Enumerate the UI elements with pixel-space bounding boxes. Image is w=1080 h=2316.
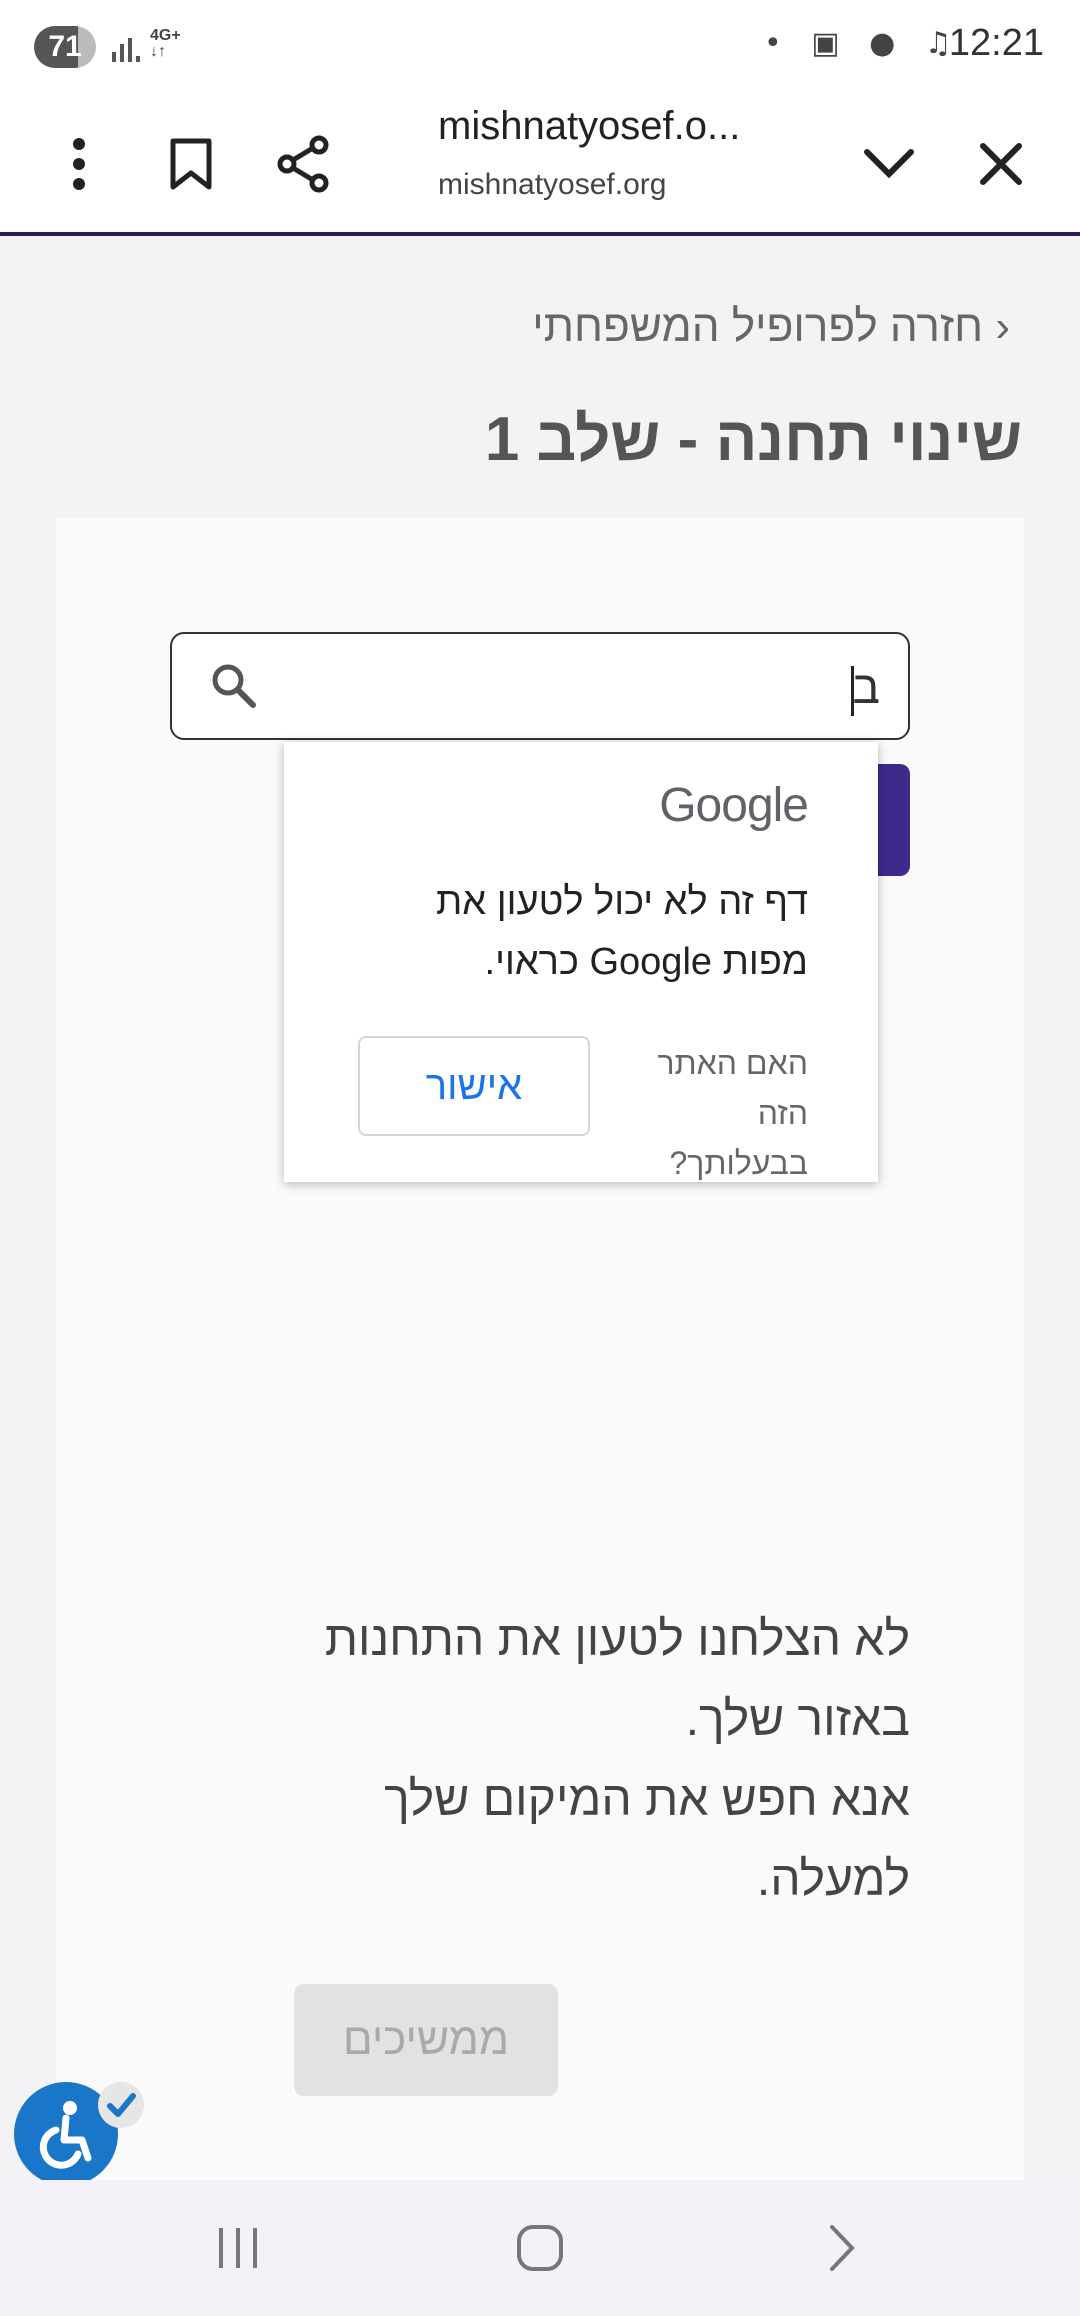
stations-load-error-text: לא הצלחנו לטעון את התחנות באזור שלך. אנא… <box>230 1600 910 1920</box>
google-maps-error-popup: Google דף זה לא יכול לטעון את מפות Googl… <box>284 742 878 1182</box>
system-navigation-bar <box>0 2180 1080 2316</box>
battery-indicator: 71 <box>34 26 96 68</box>
chevron-down-icon[interactable] <box>844 96 934 232</box>
signal-icon <box>110 30 144 71</box>
bookmark-icon[interactable] <box>146 96 236 232</box>
dot-icon: • <box>764 26 792 61</box>
network-type: 4G+ ↓↑ <box>150 27 181 60</box>
info-line: לא הצלחנו לטעון את התחנות באזור שלך. <box>324 1613 910 1746</box>
check-badge-icon <box>98 2082 144 2128</box>
page-title: שינוי תחנה - שלב 1 <box>484 405 1022 474</box>
info-line: אנא חפש את המיקום שלך למעלה. <box>384 1773 910 1906</box>
search-icon <box>208 660 258 715</box>
status-bar: 71 4G+ ↓↑ • ▣ ● ♫ 12:21 <box>0 0 1080 96</box>
back-icon[interactable] <box>782 2180 902 2316</box>
chat-icon: ● <box>869 26 906 61</box>
more-options-icon[interactable] <box>34 96 124 232</box>
ok-button[interactable]: אישור <box>358 1036 590 1136</box>
google-logo: Google <box>659 779 809 832</box>
back-to-family-profile-link[interactable]: ‹ חזרה לפרופיל המשפחתי <box>532 302 1010 352</box>
popup-question: האם האתר הזה בבעלותך? <box>657 1045 808 1181</box>
page-domain: mishnatyosef.org <box>438 168 667 201</box>
notification-icons: • ▣ ● ♫ <box>764 26 962 61</box>
home-icon[interactable] <box>480 2180 600 2316</box>
popup-message: דף זה לא יכול לטעון את מפות Google כראוי… <box>436 881 808 983</box>
search-input-value[interactable]: ב <box>852 661 880 713</box>
clock: 12:21 <box>948 22 1044 64</box>
data-arrows-icon: ↓↑ <box>150 43 166 60</box>
continue-button[interactable]: ממשיכים <box>294 1984 558 2096</box>
screenshot-icon: ▣ <box>811 26 850 61</box>
location-search-input[interactable]: ב <box>170 632 910 740</box>
close-icon[interactable] <box>956 96 1046 232</box>
recent-apps-icon[interactable] <box>178 2180 298 2316</box>
tab-page-title: mishnatyosef.o... <box>438 104 741 148</box>
share-icon[interactable] <box>258 96 348 232</box>
